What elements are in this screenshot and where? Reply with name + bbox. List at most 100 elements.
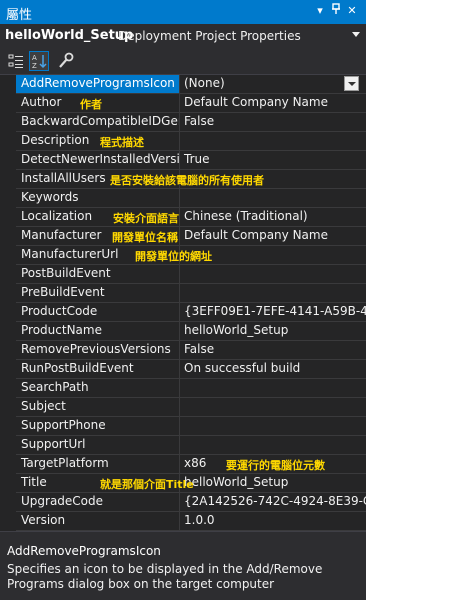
property-value: False — [184, 342, 215, 356]
property-row[interactable]: Version 1.0.0 — [0, 512, 366, 531]
property-value-cell[interactable] — [180, 398, 366, 417]
property-name-cell[interactable]: TargetPlatform — [16, 455, 179, 474]
wrench-icon[interactable] — [56, 51, 76, 71]
alphabetical-sort-icon[interactable]: A Z — [29, 51, 49, 71]
property-value-cell[interactable]: Default Company Name — [180, 94, 366, 113]
row-margin — [0, 512, 16, 531]
property-row[interactable]: BackwardCompatibleIDGen False — [0, 113, 366, 132]
property-row[interactable]: Subject — [0, 398, 366, 417]
property-name-cell[interactable]: PreBuildEvent — [16, 284, 179, 303]
property-value-cell[interactable] — [180, 284, 366, 303]
property-row[interactable]: Title helloWorld_Setup 就是那個介面Title — [0, 474, 366, 493]
property-name-cell[interactable]: SearchPath — [16, 379, 179, 398]
property-name-cell[interactable]: Keywords — [16, 189, 179, 208]
property-name-cell[interactable]: SupportUrl — [16, 436, 179, 455]
property-name-cell[interactable]: Description — [16, 132, 179, 151]
panel-title: 屬性 — [6, 8, 33, 23]
property-value-cell[interactable]: {2A142526-742C-4924-8E39-C1B — [180, 493, 366, 512]
property-name: PostBuildEvent — [21, 266, 111, 280]
row-margin — [0, 132, 16, 151]
property-value-cell[interactable] — [180, 189, 366, 208]
property-name: Manufacturer — [21, 228, 102, 242]
property-row[interactable]: ProductName helloWorld_Setup — [0, 322, 366, 341]
description-text: Specifies an icon to be displayed in the… — [7, 562, 323, 591]
row-margin — [0, 284, 16, 303]
property-row[interactable]: RunPostBuildEvent On successful build — [0, 360, 366, 379]
property-name: Version — [21, 513, 66, 527]
property-row[interactable]: Localization Chinese (Traditional) 安裝介面語言 — [0, 208, 366, 227]
property-value: x86 — [184, 456, 207, 470]
property-name-cell[interactable]: PostBuildEvent — [16, 265, 179, 284]
property-value-cell[interactable]: 1.0.0 — [180, 512, 366, 531]
property-row[interactable]: Keywords — [0, 189, 366, 208]
row-margin — [0, 436, 16, 455]
pin-icon[interactable] — [329, 3, 343, 19]
annotation-note: 安裝介面語言 — [113, 212, 179, 225]
property-name-cell[interactable]: BackwardCompatibleIDGen — [16, 113, 179, 132]
property-row[interactable]: SearchPath — [0, 379, 366, 398]
property-value-cell[interactable]: False — [180, 341, 366, 360]
row-margin — [0, 360, 16, 379]
property-row[interactable]: ManufacturerUrl 開發單位的網址 — [0, 246, 366, 265]
property-value-cell[interactable]: helloWorld_Setup — [180, 474, 366, 493]
properties-toolbar: A Z — [0, 48, 366, 75]
row-margin — [0, 227, 16, 246]
property-row[interactable]: PostBuildEvent — [0, 265, 366, 284]
property-value-cell[interactable] — [180, 417, 366, 436]
property-value-cell[interactable]: On successful build — [180, 360, 366, 379]
property-row[interactable]: AddRemoveProgramsIcon (None) — [0, 75, 366, 94]
property-row[interactable]: Description 程式描述 — [0, 132, 366, 151]
property-name-cell[interactable]: Subject — [16, 398, 179, 417]
property-value-cell[interactable]: helloWorld_Setup — [180, 322, 366, 341]
property-row[interactable]: SupportPhone — [0, 417, 366, 436]
property-value: helloWorld_Setup — [184, 323, 289, 337]
row-margin — [0, 303, 16, 322]
property-value-cell[interactable]: Chinese (Traditional) — [180, 208, 366, 227]
property-value-cell[interactable]: Default Company Name — [180, 227, 366, 246]
property-value-cell[interactable]: {3EFF09E1-7EFE-4141-A59B-4578 — [180, 303, 366, 322]
property-value-cell[interactable] — [180, 132, 366, 151]
row-margin — [0, 170, 16, 189]
property-name-cell[interactable]: SupportPhone — [16, 417, 179, 436]
chevron-down-icon[interactable] — [352, 32, 360, 37]
property-name-cell[interactable]: RunPostBuildEvent — [16, 360, 179, 379]
property-value: 1.0.0 — [184, 513, 215, 527]
categorized-icon[interactable] — [6, 51, 26, 71]
property-value-cell[interactable]: False — [180, 113, 366, 132]
property-value: (None) — [184, 76, 225, 90]
property-value-cell[interactable] — [180, 436, 366, 455]
property-name-cell[interactable]: AddRemoveProgramsIcon — [16, 75, 179, 94]
property-row[interactable]: RemovePreviousVersions False — [0, 341, 366, 360]
property-name-cell[interactable]: ProductCode — [16, 303, 179, 322]
property-value: {3EFF09E1-7EFE-4141-A59B-4578 — [184, 304, 366, 318]
value-dropdown-icon[interactable] — [344, 76, 359, 91]
property-row[interactable]: Author Default Company Name 作者 — [0, 94, 366, 113]
dropdown-icon[interactable]: ▾ — [313, 3, 327, 19]
object-selector[interactable]: helloWorld_Setup Deployment Project Prop… — [0, 24, 366, 48]
property-row[interactable]: ProductCode {3EFF09E1-7EFE-4141-A59B-4578 — [0, 303, 366, 322]
property-name: SearchPath — [21, 380, 89, 394]
property-name-cell[interactable]: DetectNewerInstalledVersio — [16, 151, 179, 170]
property-row[interactable]: UpgradeCode {2A142526-742C-4924-8E39-C1B — [0, 493, 366, 512]
property-name-cell[interactable]: Version — [16, 512, 179, 531]
property-value-cell[interactable]: (None) — [180, 75, 366, 94]
property-name-cell[interactable]: ProductName — [16, 322, 179, 341]
property-grid: AddRemoveProgramsIcon (None) Author Default… — [0, 75, 366, 531]
property-row[interactable]: Manufacturer Default Company Name 開發單位名稱 — [0, 227, 366, 246]
property-row[interactable]: PreBuildEvent — [0, 284, 366, 303]
row-margin — [0, 398, 16, 417]
property-row[interactable]: SupportUrl — [0, 436, 366, 455]
close-icon[interactable]: ✕ — [345, 3, 359, 19]
property-value-cell[interactable] — [180, 379, 366, 398]
property-value-cell[interactable] — [180, 265, 366, 284]
row-margin — [0, 417, 16, 436]
property-name-cell[interactable]: UpgradeCode — [16, 493, 179, 512]
property-row[interactable]: TargetPlatform x86 要運行的電腦位元數 — [0, 455, 366, 474]
property-name-cell[interactable]: RemovePreviousVersions — [16, 341, 179, 360]
row-margin — [0, 474, 16, 493]
property-row[interactable]: InstallAllUsers 是否安裝給該電腦的所有使用者 — [0, 170, 366, 189]
property-row[interactable]: DetectNewerInstalledVersio True — [0, 151, 366, 170]
property-name: ProductCode — [21, 304, 98, 318]
property-value-cell[interactable]: True — [180, 151, 366, 170]
property-name: ManufacturerUrl — [21, 247, 119, 261]
